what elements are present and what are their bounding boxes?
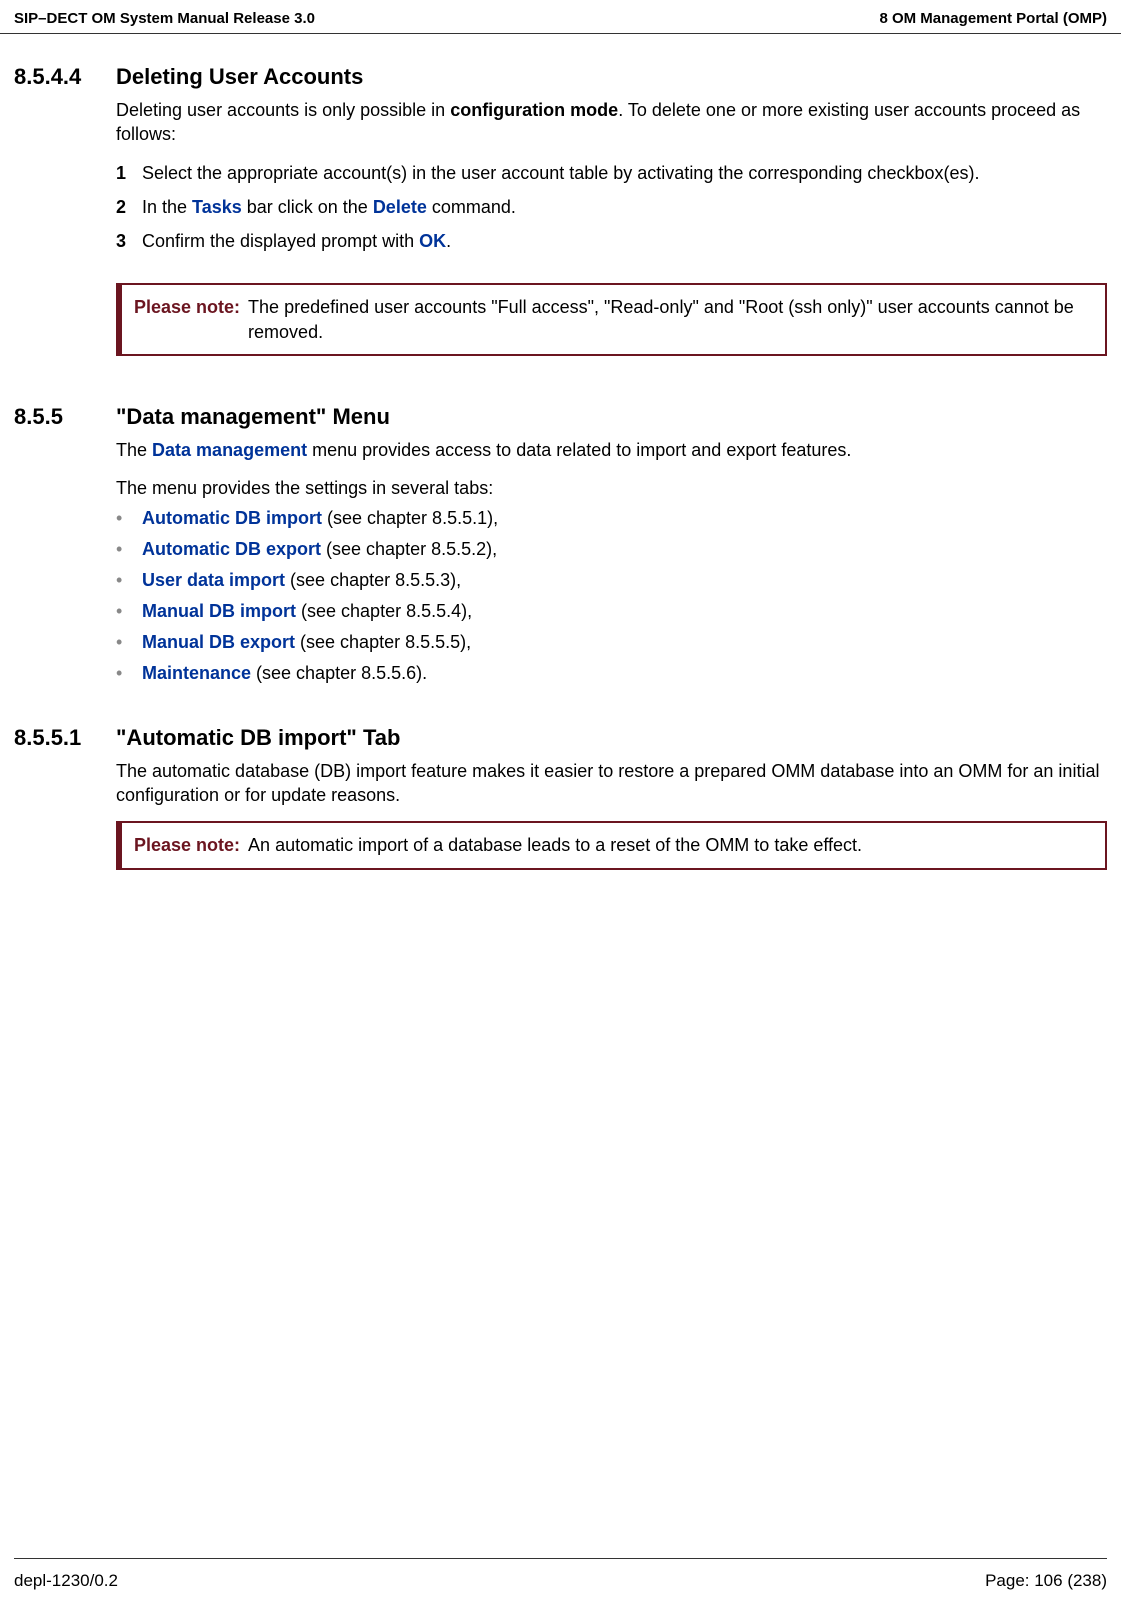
section-heading-8551: 8.5.5.1 "Automatic DB import" Tab — [14, 725, 1107, 751]
section-heading-8544: 8.5.4.4 Deleting User Accounts — [14, 64, 1107, 90]
bullet-manual-db-export: • Manual DB export (see chapter 8.5.5.5)… — [116, 629, 1107, 656]
bullet-automatic-db-export: • Automatic DB export (see chapter 8.5.5… — [116, 536, 1107, 563]
note-box: Please note: An automatic import of a da… — [116, 821, 1107, 869]
note-box: Please note: The predefined user account… — [116, 283, 1107, 356]
section-number: 8.5.5 — [14, 404, 116, 430]
footer-right: Page: 106 (238) — [985, 1571, 1107, 1591]
bullet-icon: • — [116, 536, 142, 563]
header-right: 8 OM Management Portal (OMP) — [879, 10, 1107, 27]
note-label: Please note: — [134, 833, 248, 857]
step-text: In the Tasks bar click on the Delete com… — [142, 195, 1107, 219]
section-heading-855: 8.5.5 "Data management" Menu — [14, 404, 1107, 430]
section-number: 8.5.4.4 — [14, 64, 116, 90]
intro-paragraph: The automatic database (DB) import featu… — [116, 759, 1107, 808]
step-number: 2 — [116, 195, 142, 219]
bullet-user-data-import: • User data import (see chapter 8.5.5.3)… — [116, 567, 1107, 594]
step-text: Select the appropriate account(s) in the… — [142, 161, 1107, 185]
bullet-icon: • — [116, 505, 142, 532]
header-left: SIP–DECT OM System Manual Release 3.0 — [14, 10, 315, 27]
page-content: 8.5.4.4 Deleting User Accounts Deleting … — [0, 34, 1121, 870]
lead-text: The menu provides the settings in severa… — [116, 476, 1107, 500]
page-footer: depl-1230/0.2 Page: 106 (238) — [14, 1558, 1107, 1591]
bullet-icon: • — [116, 660, 142, 687]
note-text: The predefined user accounts "Full acces… — [248, 295, 1093, 344]
bullet-icon: • — [116, 598, 142, 625]
step-3: 3 Confirm the displayed prompt with OK. — [116, 229, 1107, 253]
bullet-icon: • — [116, 629, 142, 656]
note-label: Please note: — [134, 295, 248, 344]
footer-left: depl-1230/0.2 — [14, 1571, 118, 1591]
bullet-manual-db-import: • Manual DB import (see chapter 8.5.5.4)… — [116, 598, 1107, 625]
intro-paragraph: Deleting user accounts is only possible … — [116, 98, 1107, 147]
section-title: "Automatic DB import" Tab — [116, 725, 400, 751]
intro-paragraph: The Data management menu provides access… — [116, 438, 1107, 462]
step-text: Confirm the displayed prompt with OK. — [142, 229, 1107, 253]
step-number: 1 — [116, 161, 142, 185]
bullet-automatic-db-import: • Automatic DB import (see chapter 8.5.5… — [116, 505, 1107, 532]
section-title: "Data management" Menu — [116, 404, 390, 430]
step-number: 3 — [116, 229, 142, 253]
step-1: 1 Select the appropriate account(s) in t… — [116, 161, 1107, 185]
step-2: 2 In the Tasks bar click on the Delete c… — [116, 195, 1107, 219]
note-text: An automatic import of a database leads … — [248, 833, 1093, 857]
page-header: SIP–DECT OM System Manual Release 3.0 8 … — [0, 0, 1121, 34]
section-number: 8.5.5.1 — [14, 725, 116, 751]
bullet-maintenance: • Maintenance (see chapter 8.5.5.6). — [116, 660, 1107, 687]
bullet-icon: • — [116, 567, 142, 594]
section-title: Deleting User Accounts — [116, 64, 363, 90]
